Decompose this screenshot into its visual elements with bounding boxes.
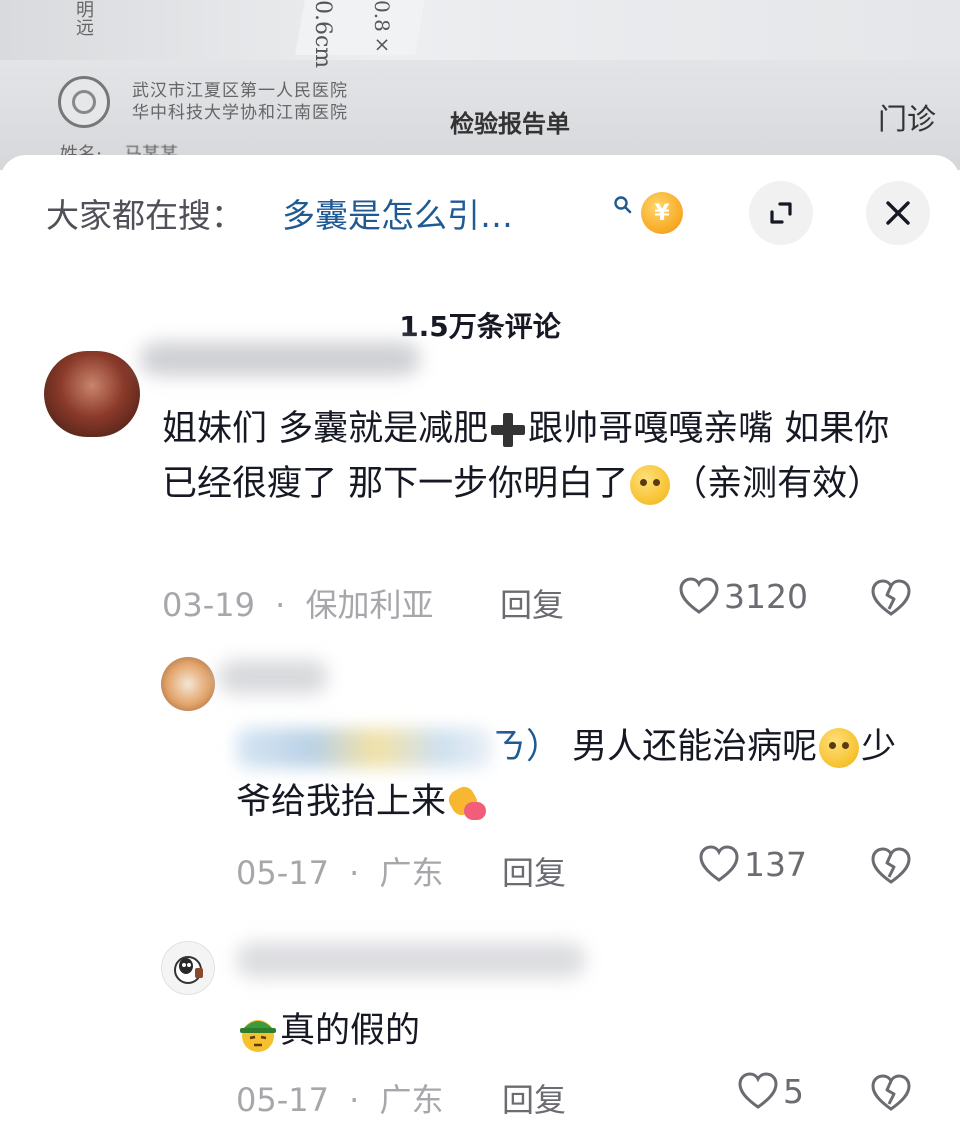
- bg-tab-text: 明远: [73, 0, 94, 36]
- username-blurred[interactable]: [218, 660, 328, 694]
- hospital-name-line2: 华中科技大学协和江南医院: [132, 103, 348, 123]
- dizzy-emoji-icon: [819, 728, 860, 768]
- clinic-type: 门诊: [878, 102, 937, 136]
- reply-button[interactable]: 回复: [502, 1075, 566, 1121]
- close-icon: [886, 201, 910, 225]
- coin-icon[interactable]: ¥: [641, 192, 683, 234]
- comment-location: 广东: [379, 854, 444, 892]
- heart-icon: [738, 1072, 778, 1109]
- like-button[interactable]: 3120: [678, 576, 808, 616]
- meta-separator: ·: [349, 854, 360, 892]
- expand-button[interactable]: [749, 181, 813, 245]
- username-blurred[interactable]: [140, 342, 420, 376]
- meta-separator: ·: [275, 586, 286, 624]
- avatar[interactable]: [44, 351, 140, 437]
- comment-text: 真的假的: [236, 1004, 926, 1059]
- hospital-name-line1: 武汉市江夏区第一人民医院: [132, 81, 348, 101]
- bg-vertical-text: 0.6cm: [310, 0, 335, 69]
- reply-button[interactable]: 回复: [502, 848, 566, 894]
- broken-heart-icon[interactable]: [870, 578, 912, 618]
- heart-icon: [679, 577, 719, 614]
- close-button[interactable]: [866, 181, 930, 245]
- search-prefix: 大家都在搜：: [46, 196, 244, 235]
- search-icon[interactable]: [613, 195, 633, 215]
- like-button[interactable]: 137: [698, 844, 807, 884]
- comment-location: 广东: [379, 1081, 444, 1119]
- paper-edge: [0, 0, 960, 60]
- comments-sheet: [0, 155, 960, 1146]
- comment-text: ㄋ） 男人还能治病呢 少爷给我抬上来: [236, 727, 897, 822]
- search-query-link[interactable]: 多囊是怎么引…: [282, 189, 513, 237]
- comment-text: 姐妹们 多囊就是减肥 跟帅哥嘎嘎亲嘴 如果你已经很瘦了 那下一步你明白了 （亲测有效…: [162, 409, 890, 505]
- comment-meta: 03-19 · 保加利亚: [162, 580, 434, 626]
- username-blurred[interactable]: [236, 942, 586, 978]
- sheep-avatar-icon: [174, 956, 203, 984]
- like-count: 3120: [724, 576, 808, 616]
- comment-date: 03-19: [162, 586, 255, 624]
- broken-heart-icon[interactable]: [870, 846, 912, 886]
- comment-location: 保加利亚: [305, 586, 434, 624]
- hospital-logo: [58, 76, 110, 128]
- pointing-hand-icon: [445, 783, 488, 822]
- expand-icon: [770, 202, 792, 224]
- comment-date: 05-17: [236, 1081, 329, 1119]
- broken-heart-icon[interactable]: [870, 1073, 912, 1113]
- comment-meta: 05-17 · 广东: [236, 1075, 444, 1121]
- comment-count: 1.5万条评论: [399, 310, 561, 343]
- mention-blurred[interactable]: [236, 728, 491, 768]
- bg-vertical-text-2: 0.8×: [370, 0, 394, 56]
- like-count: 5: [783, 1071, 804, 1111]
- smirk-emoji-icon: [630, 465, 671, 505]
- reply-button[interactable]: 回复: [500, 580, 564, 626]
- report-title: 检验报告单: [450, 109, 570, 138]
- avatar[interactable]: [161, 657, 215, 711]
- background-photo: 明远 0.6cm 0.8× 武汉市江夏区第一人民医院 华中科技大学协和江南医院 …: [0, 0, 960, 170]
- search-suggestion[interactable]: 大家都在搜： 多囊是怎么引…: [46, 190, 513, 236]
- plus-emoji-icon: [488, 410, 528, 450]
- comment-meta: 05-17 · 广东: [236, 848, 444, 894]
- like-count: 137: [744, 844, 807, 884]
- like-button[interactable]: 5: [737, 1071, 804, 1111]
- hospital-name: 武汉市江夏区第一人民医院 华中科技大学协和江南医院: [132, 80, 348, 124]
- meta-separator: ·: [349, 1081, 360, 1119]
- comment-date: 05-17: [236, 854, 329, 892]
- mention-tail[interactable]: ㄋ）: [491, 727, 561, 767]
- green-hat-emoji-icon: [236, 1010, 280, 1054]
- heart-icon: [699, 845, 739, 882]
